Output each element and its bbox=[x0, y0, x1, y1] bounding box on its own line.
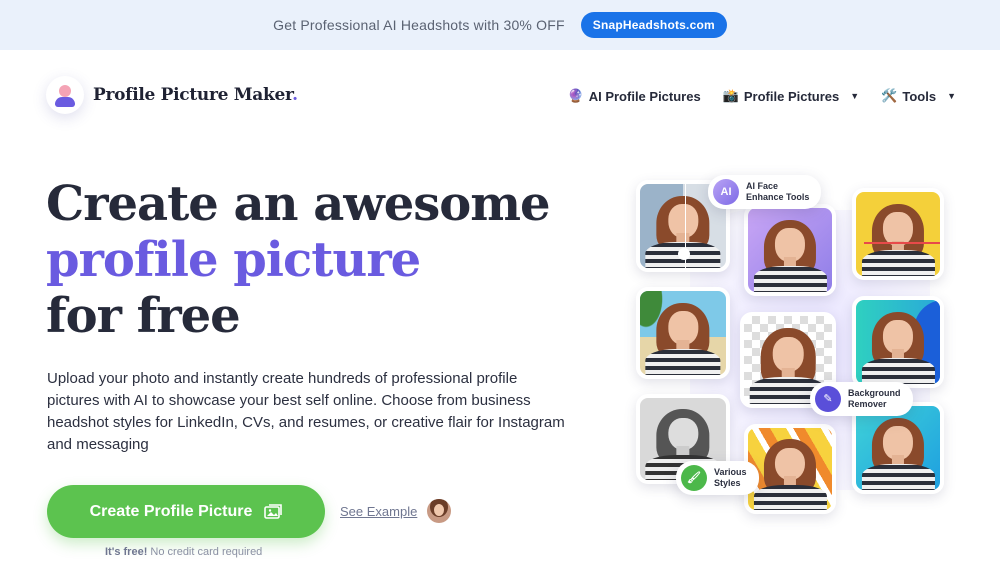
nav-item-label: AI Profile Pictures bbox=[588, 88, 701, 104]
promo-bar: Get Professional AI Headshots with 30% O… bbox=[0, 0, 1000, 50]
see-example-link[interactable]: See Example bbox=[340, 504, 417, 519]
nav-item-profile-pictures[interactable]: 📸 Profile Pictures ▼ bbox=[723, 88, 859, 104]
profile-icon bbox=[46, 76, 84, 114]
image-icon bbox=[264, 503, 283, 519]
collage-photo bbox=[636, 287, 730, 379]
collage-photo bbox=[744, 204, 836, 296]
camera-icon: 📸 bbox=[722, 88, 739, 103]
ai-icon: AI bbox=[713, 179, 739, 205]
collage-photo bbox=[852, 188, 944, 280]
nav-item-label: Profile Pictures bbox=[743, 88, 840, 104]
nav-item-tools[interactable]: 🛠️ Tools ▼ bbox=[881, 88, 956, 104]
nav-item-label: Tools bbox=[902, 88, 937, 104]
hero-title: Create an awesome profile picture for fr… bbox=[46, 176, 551, 344]
promo-text: Get Professional AI Headshots with 30% O… bbox=[273, 17, 565, 33]
wand-icon: ✎ bbox=[815, 386, 841, 412]
ai-face-enhance-badge: AI AI Face Enhance Tools bbox=[708, 175, 822, 209]
example-avatar[interactable] bbox=[427, 499, 451, 523]
collage-photo bbox=[852, 296, 944, 388]
promo-button[interactable]: SnapHeadshots.com bbox=[580, 12, 727, 38]
various-styles-badge: 🖌 Various Styles bbox=[676, 461, 759, 495]
caret-down-icon: ▼ bbox=[850, 91, 860, 101]
create-profile-picture-button[interactable]: Create Profile Picture bbox=[47, 485, 325, 538]
background-remover-badge: ✎ Background Remover bbox=[810, 382, 913, 416]
hero-title-accent: profile picture bbox=[46, 232, 421, 288]
caret-down-icon: ▼ bbox=[947, 91, 956, 101]
collage-photo bbox=[744, 424, 836, 514]
hero-title-line: for free bbox=[46, 288, 241, 344]
nav-item-ai-profile-pictures[interactable]: 🔮 AI Profile Pictures bbox=[568, 88, 701, 104]
tools-icon: 🛠️ bbox=[881, 88, 898, 103]
logo-text: Profile Picture Maker. bbox=[93, 85, 298, 105]
main-nav: 🔮 AI Profile Pictures 📸 Profile Pictures… bbox=[568, 88, 956, 104]
hero-description: Upload your photo and instantly create h… bbox=[47, 370, 565, 453]
site-logo[interactable]: Profile Picture Maker. bbox=[46, 76, 298, 114]
brush-icon: 🖌 bbox=[681, 465, 707, 491]
cta-label: Create Profile Picture bbox=[89, 502, 253, 520]
hero-title-line: Create an awesome bbox=[46, 176, 551, 232]
free-note: It's free! No credit card required bbox=[105, 546, 263, 558]
crystal-ball-icon: 🔮 bbox=[567, 88, 584, 103]
